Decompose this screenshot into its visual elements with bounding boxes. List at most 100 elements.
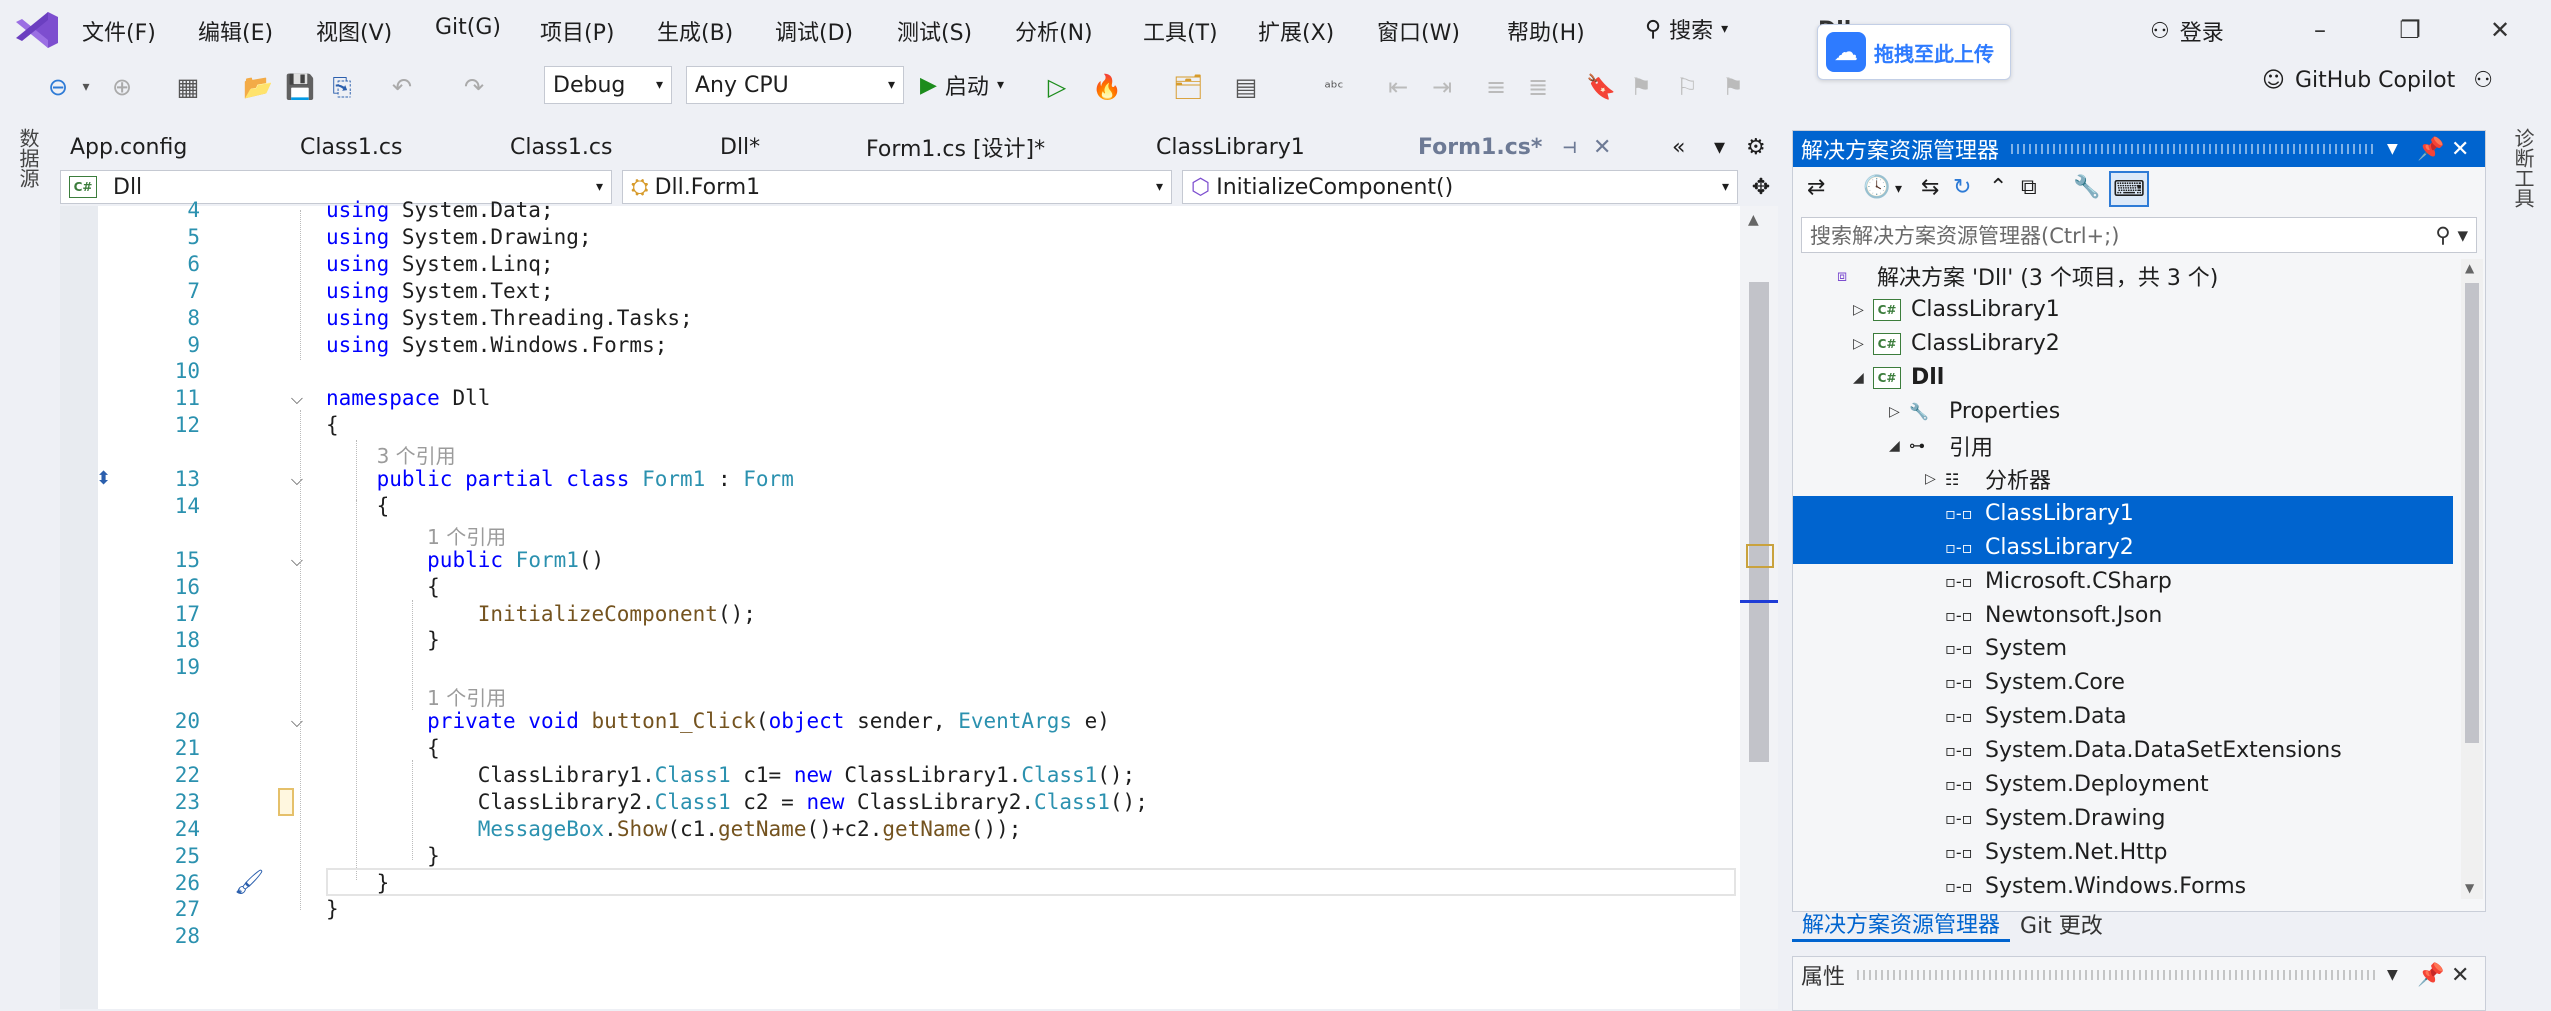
browse-folder-icon[interactable]: 🗂 (1170, 70, 1206, 104)
code-line[interactable]: InitializeComponent(); (326, 602, 756, 626)
code-line[interactable]: { (326, 413, 339, 437)
code-line[interactable]: } (326, 897, 339, 921)
start-without-debugging-icon[interactable]: ▷ (1040, 70, 1074, 104)
restore-button[interactable]: ❐ (2380, 10, 2440, 50)
tree-item[interactable]: ⧈ 解决方案 'Dll' (3 个项目，共 3 个) (1793, 259, 2453, 293)
member-select[interactable]: ⬡ InitializeComponent() ▾ (1182, 170, 1738, 204)
open-folder-icon[interactable]: 📂 (240, 70, 276, 104)
tree-item[interactable]: ▷ ☷ 分析器 (1793, 462, 2453, 496)
pin-icon[interactable]: 📌 (2417, 137, 2451, 162)
configuration-select[interactable]: Debug ▾ (544, 66, 672, 104)
menu-item[interactable]: 生成(B) (657, 15, 733, 47)
code-line[interactable]: public Form1() (326, 548, 604, 572)
menu-item[interactable]: 项目(P) (540, 15, 614, 47)
navigate-forward-icon[interactable]: ⊕ (104, 70, 140, 104)
code-line[interactable]: using System.Threading.Tasks; (326, 306, 693, 330)
menu-item[interactable]: 调试(D) (775, 15, 853, 47)
menu-item[interactable]: Git(G) (435, 15, 501, 40)
close-icon[interactable]: ✕ (2451, 137, 2485, 162)
tab-document[interactable]: Dll* (720, 128, 840, 166)
close-window-button[interactable]: ✕ (2470, 10, 2530, 50)
tab-settings-icon[interactable]: ⚙ (1746, 128, 1766, 166)
uncomment-icon[interactable]: ⇥ (1424, 70, 1460, 104)
fold-toggle-icon[interactable]: ⌵ (286, 469, 308, 491)
scroll-tabs-icon[interactable]: « (1672, 128, 1685, 166)
tree-item[interactable]: ▫-▫ Newtonsoft.Json (1793, 598, 2453, 632)
code-line[interactable]: { (326, 736, 440, 760)
tab-document[interactable]: Form1.cs [设计]* (866, 128, 1126, 166)
code-line[interactable]: using System.Drawing; (326, 225, 592, 249)
layout-icon[interactable]: ▤ (1228, 70, 1264, 104)
properties-wrench-icon[interactable]: 🔧 (2073, 175, 2100, 200)
code-line[interactable]: { (326, 575, 440, 599)
indent-icon[interactable]: ≡ (1478, 70, 1514, 104)
tab-solution-explorer[interactable]: 解决方案资源管理器 (1792, 907, 2011, 942)
diagnostic-tools-tab[interactable]: 诊断工具 (2509, 128, 2538, 208)
tab-document[interactable]: Class1.cs (300, 128, 480, 166)
save-icon[interactable]: 💾 (282, 70, 318, 104)
tree-item[interactable]: ▫-▫ ClassLibrary2 (1793, 530, 2453, 565)
pin-icon[interactable]: 📌 (2417, 963, 2451, 988)
code-line[interactable]: ClassLibrary1.Class1 c1= new ClassLibrar… (326, 763, 1136, 787)
code-line[interactable]: using System.Text; (326, 279, 554, 303)
tree-item[interactable]: ◢ ⊶ 引用 (1793, 429, 2453, 463)
menu-item[interactable]: 编辑(E) (198, 15, 273, 47)
tree-item[interactable]: ▫-▫ Microsoft.CSharp (1793, 564, 2453, 598)
tree-item[interactable]: ▫-▫ System (1793, 632, 2453, 666)
menu-item[interactable]: 工具(T) (1143, 15, 1218, 47)
prev-bookmark-icon[interactable]: ⚑ (1626, 70, 1656, 104)
chevron-down-icon[interactable]: ▼ (2387, 141, 2417, 157)
expand-arrow-icon[interactable]: ▷ (1853, 336, 1873, 352)
outdent-icon[interactable]: ≣ (1520, 70, 1556, 104)
save-all-icon[interactable]: ⎘ (324, 70, 360, 104)
menu-item[interactable]: 帮助(H) (1507, 15, 1585, 47)
code-line[interactable]: } (326, 844, 440, 868)
spell-check-icon[interactable]: ᵃᵇᶜ (1316, 70, 1352, 104)
undo-icon[interactable]: ↶ (384, 70, 420, 104)
minimize-button[interactable]: – (2290, 10, 2350, 50)
menu-item[interactable]: 窗口(W) (1377, 15, 1460, 47)
navigate-back-icon[interactable]: ⊖ (40, 70, 76, 104)
tab-document[interactable]: ClassLibrary1 (1156, 128, 1376, 166)
code-line[interactable]: using System.Windows.Forms; (326, 333, 667, 357)
search-menu[interactable]: ⚲ 搜索 ▾ (1645, 12, 1728, 46)
tree-item[interactable]: ▫-▫ System.Net.Http (1793, 835, 2453, 869)
visual-studio-logo-icon[interactable] (14, 10, 60, 50)
data-sources-tab[interactable]: 数据源 (14, 128, 43, 188)
tree-item[interactable]: ▷ C# ClassLibrary2 (1793, 327, 2453, 361)
redo-icon[interactable]: ↷ (456, 70, 492, 104)
menu-item[interactable]: 测试(S) (897, 15, 972, 47)
expand-arrow-icon[interactable]: ◢ (1889, 438, 1909, 454)
inheritance-margin-icon[interactable]: ⬍ (96, 468, 126, 496)
hot-reload-icon[interactable]: 🔥 (1090, 70, 1124, 104)
clear-bookmarks-icon[interactable]: ⚑ (1718, 70, 1748, 104)
comment-icon[interactable]: ⇤ (1380, 70, 1416, 104)
chevron-down-icon[interactable]: ▾ (76, 70, 96, 104)
tree-item[interactable]: ▫-▫ System.Data (1793, 700, 2453, 734)
tree-item[interactable]: ▫-▫ System.Deployment (1793, 768, 2453, 802)
menu-item[interactable]: 分析(N) (1015, 15, 1093, 47)
expand-arrow-icon[interactable]: ▷ (1925, 471, 1945, 487)
switch-views-icon[interactable]: ⇄ (1807, 175, 1825, 200)
chevron-down-icon[interactable]: ▼ (2387, 967, 2417, 983)
close-tab-icon[interactable]: ✕ (1593, 135, 1611, 160)
expand-arrow-icon[interactable]: ▷ (1889, 404, 1909, 420)
close-icon[interactable]: ✕ (2451, 963, 2485, 988)
code-line[interactable]: { (326, 494, 390, 518)
scrollbar-thumb[interactable] (1749, 282, 1769, 762)
solution-explorer-scrollbar[interactable]: ▲ ▼ (2461, 259, 2483, 899)
tab-document[interactable]: Class1.cs (510, 128, 690, 166)
tree-item[interactable]: ▫-▫ System.Drawing (1793, 801, 2453, 835)
history-icon[interactable]: 🕓 (1863, 175, 1890, 200)
code-line[interactable]: 1 个引用 (326, 521, 506, 550)
collapse-all-icon[interactable]: ⌃ (1989, 175, 2007, 200)
new-project-icon[interactable]: ▦ (170, 70, 206, 104)
bookmark-icon[interactable]: 🔖 (1586, 70, 1616, 104)
menu-item[interactable]: 扩展(X) (1258, 15, 1334, 47)
tree-item[interactable]: ▷ C# ClassLibrary1 (1793, 293, 2453, 327)
code-line[interactable]: 1 个引用 (326, 682, 506, 711)
show-all-files-icon[interactable]: ⧉ (2021, 175, 2037, 200)
expand-arrow-icon[interactable]: ◢ (1853, 370, 1873, 386)
fold-toggle-icon[interactable]: ⌵ (286, 388, 308, 410)
sync-icon[interactable]: ⇆ (1921, 175, 1939, 200)
